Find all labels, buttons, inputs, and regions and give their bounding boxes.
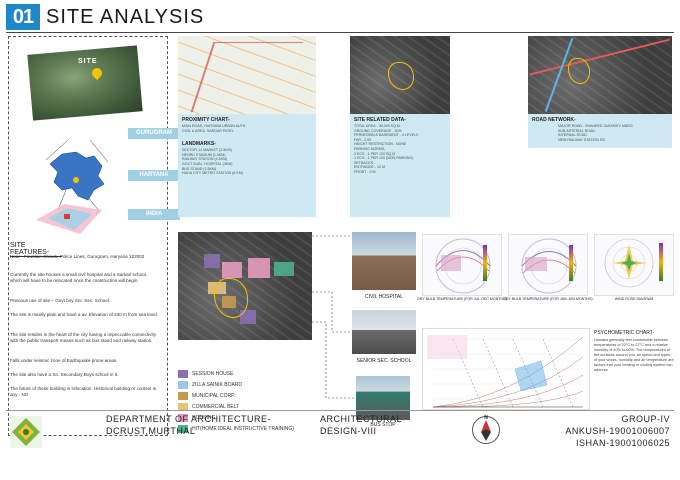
legend-swatch (178, 391, 188, 400)
road-network-panel: ROAD NETWORK- MAJOR ROAD - SHAHEED SUKHD… (528, 114, 672, 148)
feature-text: The future of these building is relocati… (10, 386, 157, 398)
page-title: SITE ANALYSIS (46, 6, 205, 28)
section-number: 01 (6, 4, 40, 30)
wind-rose-diagram (594, 234, 674, 296)
major-road-line (529, 38, 671, 76)
department-line-2: DCRUST,MURTHAL (106, 426, 196, 436)
sun-path-diagram-2 (508, 234, 588, 296)
proximity-heading: PROXIMITY CHART- (182, 117, 230, 123)
region-tag-gurugram: GURUGRAM (128, 128, 180, 139)
legend-label: ZILLA SAINIK BOARD (192, 381, 243, 388)
region-tag-haryana: HARYANA (128, 170, 180, 181)
zoning-map (178, 232, 312, 340)
zone-housing (222, 262, 242, 278)
student-2: ISHAN-19001006025 (575, 438, 670, 448)
psychrometric-text: Humans generally feel comfortable betwee… (594, 338, 674, 372)
region-tag-india: INDIA (128, 209, 180, 220)
civil-hospital-photo (352, 232, 416, 290)
zoning-legend: SESSION HOUSE ZILLA SAINIK BOARD MUNICIP… (178, 368, 328, 434)
legend-item: HIT(HOME IDEAL INSTRUCTIVE TRAINING) (178, 423, 328, 434)
civil-hospital-caption: CIVIL HOSPITAL (364, 294, 404, 300)
senior-school-photo (352, 310, 416, 354)
road-line: NEW RAILWAY STATION RD (558, 137, 606, 142)
site-data-heading: SITE RELATED DATA- (354, 117, 406, 123)
student-1: ANKUSH-19001006007 (565, 426, 670, 436)
zone-housing (248, 258, 270, 278)
psychrometric-notes: PSYCHOMETRIC CHART- Humans generally fee… (594, 330, 674, 373)
north-label: N (484, 415, 488, 421)
footer-divider (6, 410, 674, 411)
road-network-map (528, 36, 672, 114)
title-divider (6, 32, 674, 33)
feature-text: Near - Fountain Chowk, Police Lines, Gur… (10, 254, 145, 259)
north-arrow-icon (481, 420, 491, 441)
legend-label: MUNICIPAL CORP. (192, 392, 236, 399)
site-data-line: FRONT - 9 M (354, 169, 376, 174)
feature-text: The site is mainly plain and have a av. … (10, 312, 159, 317)
haryana-map (49, 151, 105, 201)
feature-text: Falls under seismic zone of Earthquake p… (10, 358, 118, 363)
senior-school-caption: SENIOR SEC. SCHOOL (356, 358, 412, 364)
landmarks-heading: LANDMARKS- (182, 141, 216, 148)
gurugram-marker (73, 177, 79, 183)
landmark-item: HUDA CITY METRO STATION (6 KM) (182, 171, 243, 176)
proximity-panel: PROXIMITY CHART- MAIN ROAD, HARYANA URBA… (178, 114, 316, 217)
legend-item: SESSION HOUSE (178, 368, 328, 379)
site-satellite-map (350, 36, 450, 114)
legend-label: SESSION HOUSE (192, 370, 234, 377)
sun-path-1-caption: DRY BULB TEMPERATURE (FOR JUL-DEC MONTHS… (417, 297, 507, 301)
feature-text: The site also have a Sn. Secondary Boys … (10, 372, 119, 377)
feature-text: The site resides in the heart of the cit… (10, 332, 157, 344)
proximity-line: CIVIL & AREA, SARDAR PATEL (182, 128, 234, 133)
feature-text: Currently the site houses a small civil … (10, 272, 148, 284)
legend-item: MUNICIPAL CORP. (178, 390, 328, 401)
course-line-2: DESIGN-VIII (320, 426, 377, 436)
zone-session-house (204, 254, 220, 268)
legend-swatch (178, 380, 188, 389)
feature-text: Previous use of site – Govt boy Snr. Sec… (10, 298, 111, 303)
sun-path-2-caption: DRY BULB TEMPERATURE (FOR JAN-JUN MONTHS… (503, 297, 593, 301)
wind-rose-caption: WIND ROSE DIAGRAM (614, 297, 654, 301)
legend-label: HIT(HOME IDEAL INSTRUCTIVE TRAINING) (192, 425, 294, 432)
legend-swatch (178, 369, 188, 378)
legend-item: ZILLA SAINIK BOARD (178, 379, 328, 390)
legend-label: COMMERCIAL BELT (192, 403, 240, 410)
site-data-panel: SITE RELATED DATA- TOTAL AREA - 30,000 S… (350, 114, 450, 217)
psychrometric-chart (422, 328, 590, 410)
india-map (36, 204, 102, 234)
site-label: SITE (78, 58, 98, 65)
department-line-1: DEPARTMENT OF ARCHITECTURE- (106, 414, 272, 424)
site-boundary (214, 278, 248, 318)
sun-path-diagram-1 (422, 234, 502, 296)
course-line-1: ARCHITECTURAL (320, 414, 403, 424)
psychrometric-heading: PSYCHOMETRIC CHART- (594, 330, 655, 336)
site-boundary (388, 62, 414, 90)
zone-training (274, 262, 294, 276)
photo-connector-lines (312, 235, 356, 399)
group-label: GROUP-IV (621, 414, 670, 424)
road-network-heading: ROAD NETWORK- (532, 117, 576, 123)
university-logo-icon (10, 416, 42, 448)
site-boundary (568, 58, 590, 84)
